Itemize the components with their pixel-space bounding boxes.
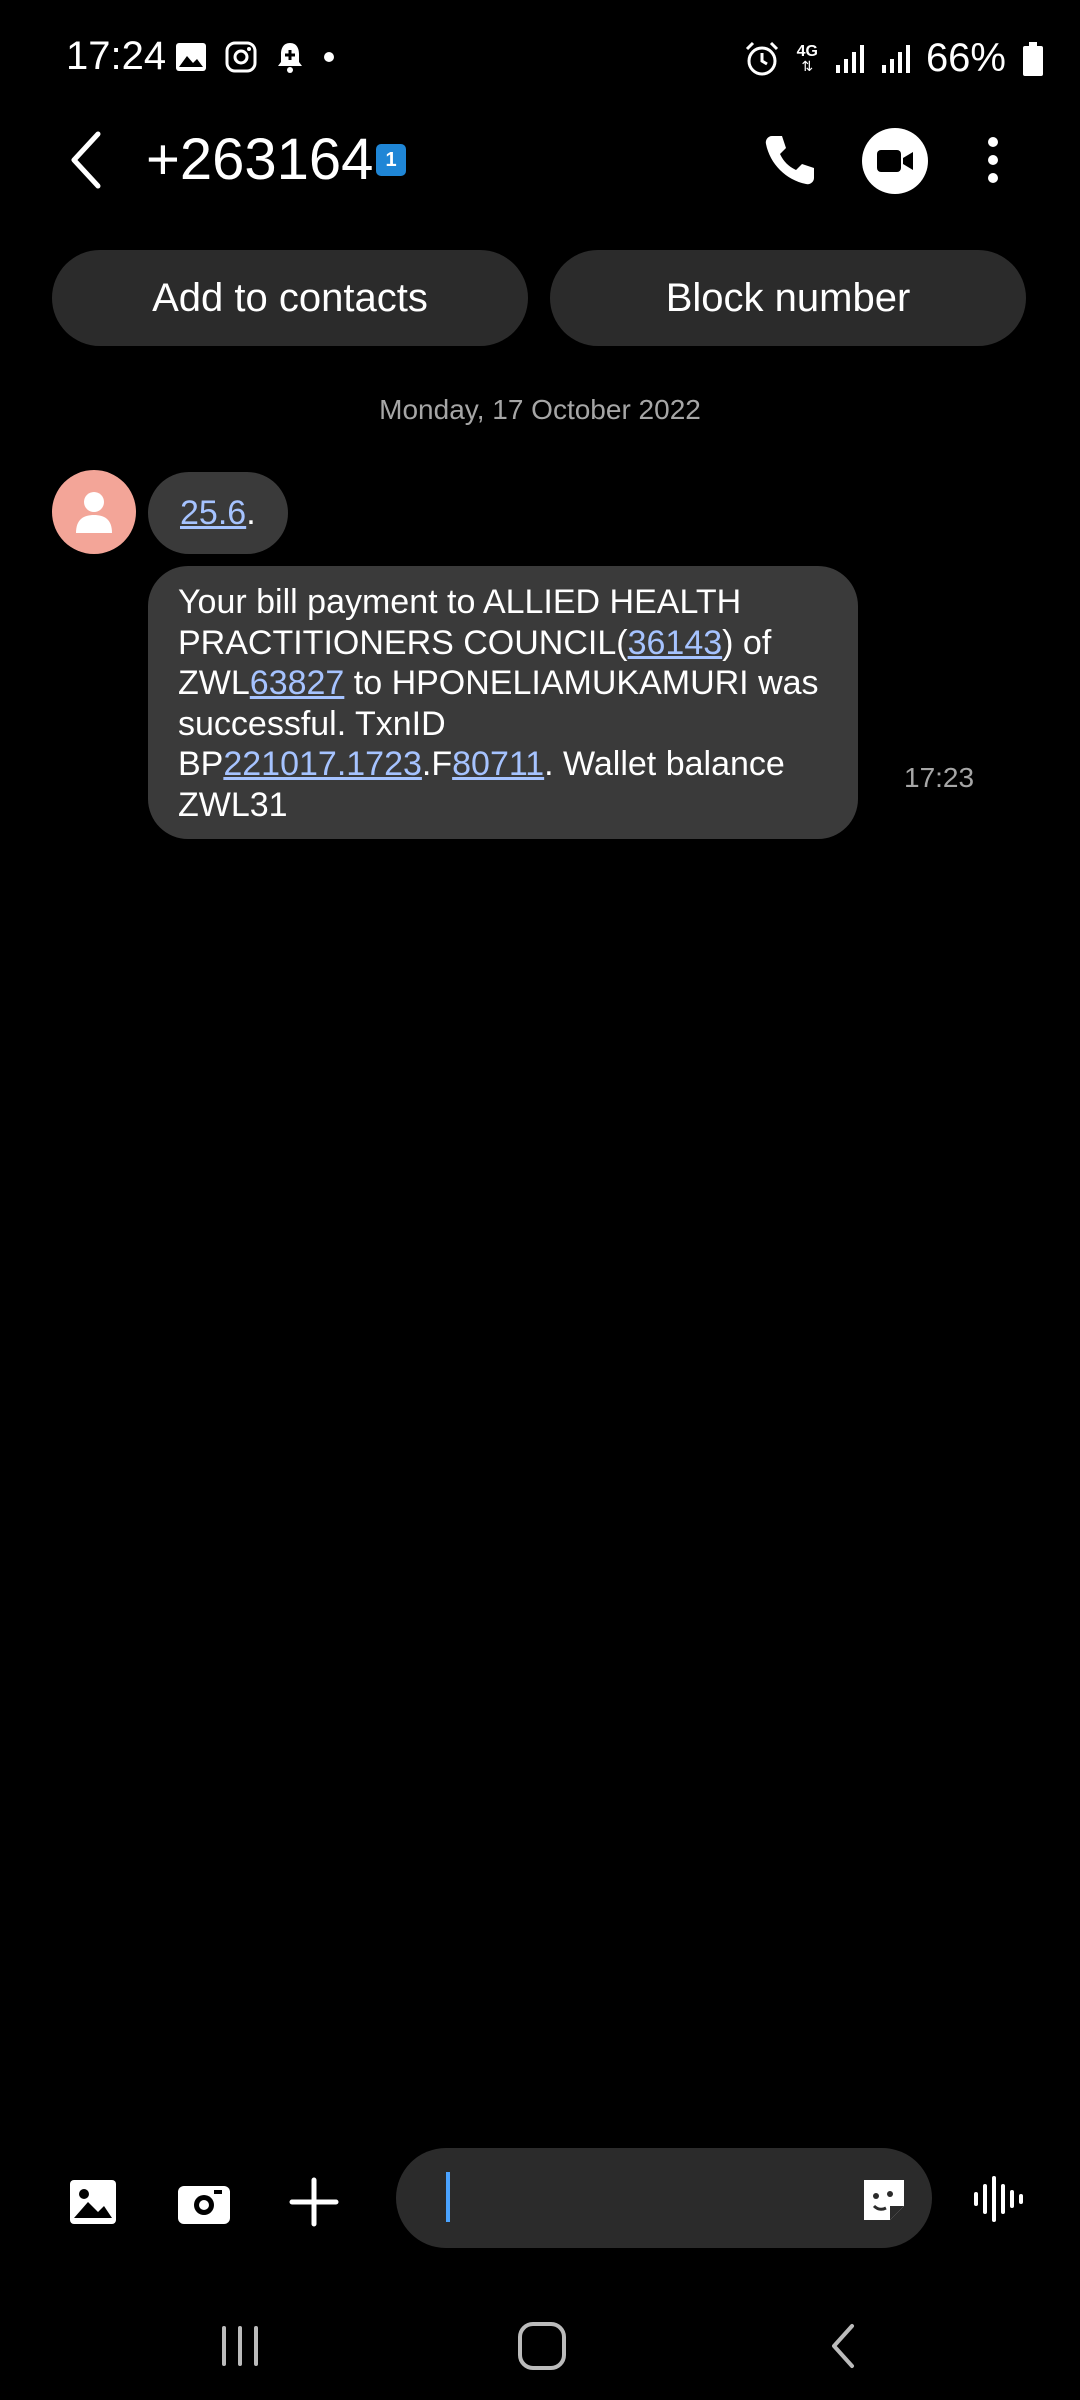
voice-input-button[interactable] <box>972 2172 1026 2226</box>
message-link[interactable]: 36143 <box>628 624 723 662</box>
back-button[interactable] <box>60 128 120 192</box>
gallery-icon <box>176 43 206 71</box>
avatar[interactable] <box>52 470 136 554</box>
home-icon <box>518 2322 566 2370</box>
add-attachment-button[interactable] <box>282 2170 346 2234</box>
voice-icon <box>974 2176 1023 2222</box>
message-input[interactable] <box>396 2148 932 2248</box>
person-icon <box>76 492 112 533</box>
camera-button[interactable] <box>172 2170 236 2234</box>
add-to-contacts-button[interactable]: Add to contacts <box>52 250 528 346</box>
signal-icon <box>835 44 864 73</box>
call-button[interactable] <box>758 128 822 192</box>
attach-image-button[interactable] <box>62 2170 126 2234</box>
sim-badge: 1 <box>376 144 406 176</box>
signal-icon <box>881 44 910 73</box>
instagram-icon <box>225 41 257 73</box>
back-icon <box>832 2324 854 2368</box>
network-type: 4G <box>796 42 818 60</box>
video-call-button[interactable] <box>862 128 928 194</box>
block-number-button[interactable]: Block number <box>550 250 1026 346</box>
more-options-button[interactable] <box>978 128 1008 192</box>
back-arrow-icon <box>71 131 101 189</box>
recents-icon <box>222 2326 258 2366</box>
dot-icon <box>324 52 334 62</box>
network-indicator: 4G ⇅ <box>796 42 818 74</box>
message-link[interactable]: 80711 <box>452 745 544 783</box>
date-separator: Monday, 17 October 2022 <box>379 394 701 425</box>
status-icons-right: 4G ⇅ 66% <box>743 36 1044 81</box>
sticker-icon <box>864 2180 904 2220</box>
message-time: 17:23 <box>904 762 975 793</box>
image-icon <box>70 2180 116 2224</box>
message-link[interactable]: 63827 <box>250 664 345 702</box>
recents-button[interactable] <box>210 2316 270 2376</box>
battery-icon <box>1023 41 1043 76</box>
message-text: . <box>246 493 256 532</box>
message-bubble[interactable]: 25.6. <box>148 472 288 554</box>
text-caret <box>446 2172 450 2222</box>
system-back-button[interactable] <box>814 2316 874 2376</box>
contact-title: +263164 <box>146 127 374 192</box>
sticker-button[interactable] <box>856 2172 912 2228</box>
camera-icon <box>178 2186 230 2224</box>
message-link[interactable]: 25.6 <box>180 494 246 533</box>
status-icons-left <box>175 40 335 74</box>
plus-icon <box>289 2177 339 2227</box>
battery-percent: 66% <box>925 36 1006 80</box>
video-camera-icon <box>877 150 913 172</box>
message-text: .F <box>421 745 453 783</box>
message-bubble[interactable]: Your bill payment to ALLIED HEALTH PRACT… <box>148 566 858 839</box>
more-vertical-icon <box>988 137 998 183</box>
phone-icon <box>765 136 814 185</box>
status-time: 17:24 <box>66 34 167 78</box>
data-arrows-icon: ⇅ <box>801 57 814 74</box>
notification-bell-icon <box>278 43 302 73</box>
home-button[interactable] <box>512 2316 572 2376</box>
alarm-icon <box>745 41 778 75</box>
message-link[interactable]: 221017.1723 <box>223 745 422 783</box>
